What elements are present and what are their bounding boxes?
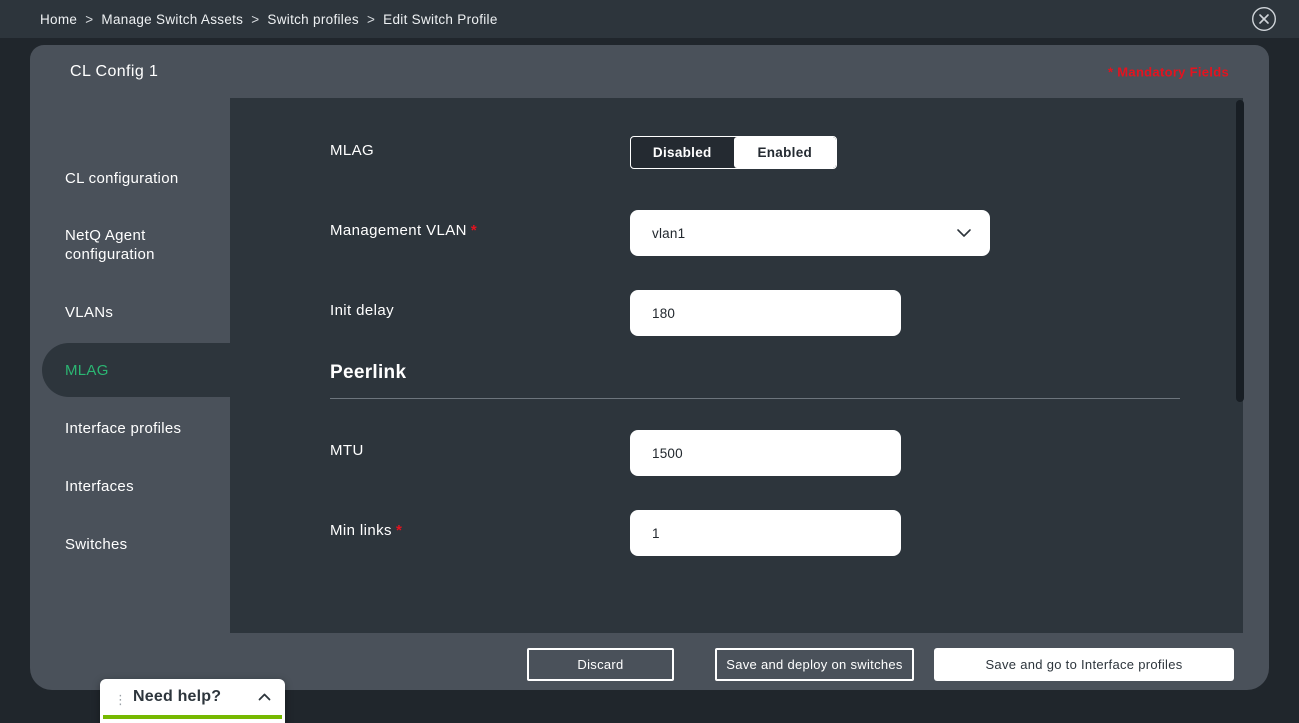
breadcrumb: Home > Manage Switch Assets > Switch pro… [40,12,498,27]
breadcrumb-separator: > [251,12,259,27]
management-vlan-select[interactable]: vlan1 [630,210,990,256]
scrollbar-thumb[interactable] [1236,100,1244,402]
discard-button[interactable]: Discard [527,648,674,681]
edit-switch-profile-panel: CL Config 1 * Mandatory Fields CL config… [30,45,1269,690]
sidebar-item-cl-configuration[interactable]: CL configuration [30,149,230,207]
need-help-widget[interactable]: ⋮ Need help? [100,679,285,723]
peerlink-section-title: Peerlink [330,362,406,384]
sidebar: CL configuration NetQ Agent configuratio… [30,98,230,633]
save-and-deploy-button[interactable]: Save and deploy on switches [715,648,914,681]
init-delay-label: Init delay [330,302,394,319]
sidebar-item-label: NetQ Agent configuration [65,226,215,264]
mlag-toggle-disabled[interactable]: Disabled [631,137,734,168]
need-help-label: Need help? [133,688,258,706]
mlag-label: MLAG [330,142,374,159]
profile-name-title: CL Config 1 [70,63,158,81]
sidebar-item-label: Switches [65,535,215,554]
breadcrumb-manage-switch-assets[interactable]: Manage Switch Assets [101,12,243,27]
sidebar-item-mlag[interactable]: MLAG [42,343,230,397]
breadcrumb-current-page: Edit Switch Profile [383,12,498,27]
sidebar-item-switches[interactable]: Switches [30,515,230,573]
breadcrumb-separator: > [85,12,93,27]
required-marker: * [471,222,477,239]
sidebar-item-label: Interfaces [65,477,215,496]
section-divider [330,398,1180,399]
mlag-toggle: Disabled Enabled [630,136,837,169]
panel-header: CL Config 1 * Mandatory Fields [30,45,1269,98]
min-links-input[interactable] [630,510,901,556]
sidebar-item-label: Interface profiles [65,419,215,438]
need-help-accent-bar [103,715,282,719]
sidebar-item-label: VLANs [65,303,215,322]
drag-handle-icon: ⋮ [114,689,127,706]
sidebar-item-vlans[interactable]: VLANs [30,283,230,341]
sidebar-item-label: MLAG [65,361,215,380]
min-links-label: Min links* [330,522,402,539]
mlag-toggle-enabled[interactable]: Enabled [734,137,837,168]
management-vlan-label: Management VLAN* [330,222,477,239]
init-delay-input[interactable] [630,290,901,336]
mtu-input[interactable] [630,430,901,476]
panel-body: CL configuration NetQ Agent configuratio… [30,98,1269,633]
breadcrumb-switch-profiles[interactable]: Switch profiles [267,12,359,27]
sidebar-nav: CL configuration NetQ Agent configuratio… [30,98,230,573]
close-icon[interactable] [1251,6,1277,32]
mandatory-fields-note: * Mandatory Fields [1108,64,1229,79]
top-bar: Home > Manage Switch Assets > Switch pro… [0,0,1299,38]
save-and-go-button[interactable]: Save and go to Interface profiles [934,648,1234,681]
required-marker: * [396,522,402,539]
sidebar-item-label: CL configuration [65,169,215,188]
chevron-down-icon [956,228,972,238]
sidebar-item-interface-profiles[interactable]: Interface profiles [30,399,230,457]
breadcrumb-home[interactable]: Home [40,12,77,27]
chevron-up-icon [258,693,271,701]
mtu-label: MTU [330,442,364,459]
sidebar-item-interfaces[interactable]: Interfaces [30,457,230,515]
need-help-row: ⋮ Need help? [100,679,285,715]
management-vlan-value: vlan1 [652,226,956,241]
sidebar-item-netq-agent-configuration[interactable]: NetQ Agent configuration [30,207,230,283]
breadcrumb-separator: > [367,12,375,27]
mlag-form: Disabled Enabled MLAG Management VLAN* v… [230,98,1243,633]
